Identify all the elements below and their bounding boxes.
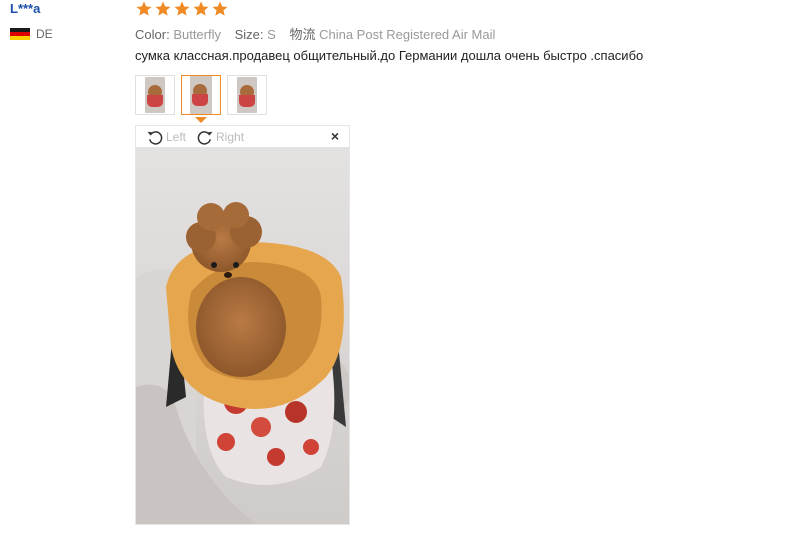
- photo-thumbnails: [135, 75, 267, 115]
- reviewer-country: DE: [10, 27, 53, 41]
- thumbnail-image: [145, 77, 165, 113]
- rotate-left-button[interactable]: Left: [146, 128, 186, 146]
- rotate-left-icon: [147, 130, 163, 145]
- thumbnail-image: [237, 77, 257, 113]
- shipping-label: 物流: [289, 27, 316, 42]
- thumbnail-image: [190, 76, 212, 114]
- active-thumbnail-caret: [195, 117, 207, 123]
- star-icon: [174, 1, 190, 16]
- close-viewer-button[interactable]: ×: [331, 129, 339, 143]
- review-text: сумка классная.продавец общительный.до Г…: [135, 48, 644, 63]
- viewer-toolbar: Left Right ×: [136, 126, 349, 147]
- country-code: DE: [36, 27, 53, 41]
- size-label: Size:: [234, 27, 264, 42]
- shipping-value: China Post Registered Air Mail: [319, 27, 496, 42]
- dog-in-carrier-photo: [136, 147, 349, 524]
- photo-thumbnail-active[interactable]: [181, 75, 221, 115]
- rotate-right-label: Right: [216, 129, 245, 144]
- star-icon: [193, 1, 209, 16]
- order-info: Color: Butterfly Size: S 物流 China Post R…: [135, 24, 505, 43]
- star-rating: [135, 0, 229, 18]
- star-icon: [155, 1, 171, 16]
- photo-thumbnail[interactable]: [227, 75, 267, 115]
- rotate-right-icon: [197, 130, 213, 145]
- rotate-right-button[interactable]: Right: [196, 128, 244, 146]
- photo-viewer: Left Right ×: [135, 125, 350, 525]
- rotate-left-label: Left: [166, 129, 187, 144]
- star-icon: [212, 1, 228, 16]
- color-value: Butterfly: [173, 27, 221, 42]
- review-photo: [136, 147, 349, 524]
- size-value: S: [267, 27, 276, 42]
- star-icon: [136, 1, 152, 16]
- photo-thumbnail[interactable]: [135, 75, 175, 115]
- reviewer-name[interactable]: L***a: [10, 1, 40, 16]
- germany-flag-icon: [10, 27, 30, 41]
- color-label: Color:: [135, 27, 170, 42]
